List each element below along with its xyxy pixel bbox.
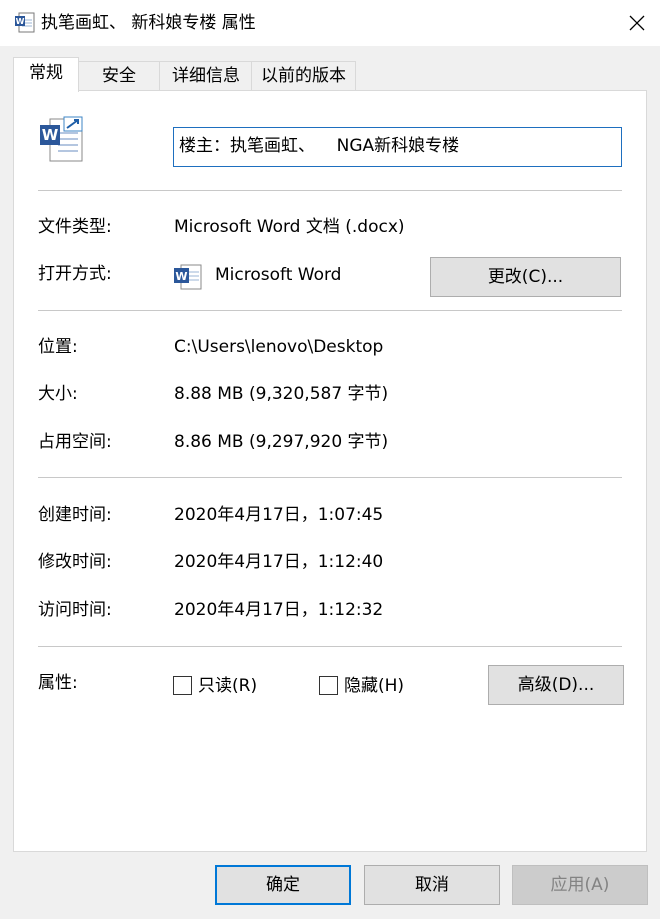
cancel-button[interactable]: 取消 [364, 865, 500, 905]
tab-details[interactable]: 详细信息 [159, 61, 253, 91]
advanced-button[interactable]: 高级(D)... [488, 665, 624, 705]
file-type-value: Microsoft Word 文档 (.docx) [174, 217, 405, 237]
window-title: 执笔画虹、 新科娘专楼 属性 [41, 13, 256, 33]
attributes-label: 属性: [38, 673, 78, 693]
separator [38, 646, 622, 647]
tab-security[interactable]: 安全 [77, 61, 161, 91]
svg-text:W: W [175, 270, 187, 283]
file-type-label: 文件类型: [38, 217, 112, 237]
created-label: 创建时间: [38, 505, 112, 525]
location-label: 位置: [38, 337, 78, 357]
properties-dialog: 常规 安全 详细信息 以前的版本 W 楼主：执笔画虹、 NGA新科娘专楼 文件类… [0, 46, 660, 919]
close-button[interactable] [614, 0, 660, 46]
apply-button[interactable]: 应用(A) [512, 865, 648, 905]
hidden-checkbox[interactable] [319, 676, 338, 695]
word-document-icon: W [15, 12, 35, 33]
general-tab-panel: W 楼主：执笔画虹、 NGA新科娘专楼 文件类型: Microsoft Word… [13, 90, 647, 852]
separator [38, 310, 622, 311]
ok-button[interactable]: 确定 [215, 865, 351, 905]
readonly-label[interactable]: 只读(R) [198, 675, 257, 697]
opens-with-label: 打开方式: [38, 264, 112, 284]
title-bar: W 执笔画虹、 新科娘专楼 属性 [0, 0, 660, 46]
separator [38, 190, 622, 191]
svg-text:W: W [16, 17, 25, 26]
svg-text:W: W [42, 126, 59, 144]
size-label: 大小: [38, 384, 78, 404]
tab-general[interactable]: 常规 [13, 57, 79, 92]
size-value: 8.88 MB (9,320,587 字节) [174, 384, 389, 404]
modified-value: 2020年4月17日，1:12:40 [174, 552, 384, 572]
tab-previous-versions[interactable]: 以前的版本 [251, 61, 356, 91]
location-value: C:\Users\lenovo\Desktop [174, 337, 384, 357]
size-on-disk-label: 占用空间: [38, 432, 112, 452]
hidden-label[interactable]: 隐藏(H) [344, 675, 404, 697]
change-button[interactable]: 更改(C)... [430, 257, 621, 297]
separator [38, 477, 622, 478]
size-on-disk-value: 8.86 MB (9,297,920 字节) [174, 432, 389, 452]
accessed-value: 2020年4月17日，1:12:32 [174, 600, 384, 620]
accessed-label: 访问时间: [38, 600, 112, 620]
readonly-checkbox[interactable] [173, 676, 192, 695]
word-app-icon: W [174, 264, 202, 290]
close-icon [629, 15, 645, 31]
modified-label: 修改时间: [38, 552, 112, 572]
created-value: 2020年4月17日，1:07:45 [174, 505, 384, 525]
file-name-input[interactable]: 楼主：执笔画虹、 NGA新科娘专楼 [173, 127, 622, 167]
opens-with-value: Microsoft Word [215, 265, 342, 285]
word-document-large-icon: W [40, 116, 83, 162]
